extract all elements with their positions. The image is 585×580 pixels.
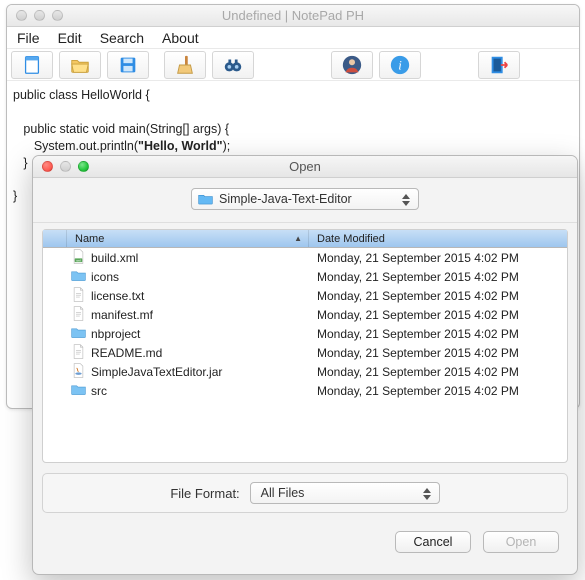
file-date: Monday, 21 September 2015 4:02 PM (309, 289, 567, 303)
path-label: Simple-Java-Text-Editor (219, 192, 352, 206)
stepper-icon (423, 485, 435, 503)
menu-edit[interactable]: Edit (58, 30, 82, 46)
file-format-label: File Format: (170, 486, 239, 501)
column-date[interactable]: Date Modified (309, 230, 567, 247)
file-date: Monday, 21 September 2015 4:02 PM (309, 270, 567, 284)
open-dialog: Open Simple-Java-Text-Editor Name ▲ Date… (32, 155, 578, 575)
menu-bar: File Edit Search About (7, 27, 579, 49)
file-date: Monday, 21 September 2015 4:02 PM (309, 251, 567, 265)
broom-icon (174, 54, 196, 76)
file-name: build.xml (91, 251, 138, 265)
find-button[interactable] (212, 51, 254, 79)
file-date: Monday, 21 September 2015 4:02 PM (309, 327, 567, 341)
file-row[interactable]: nbproject Monday, 21 September 2015 4:02 … (43, 324, 567, 343)
new-file-icon (21, 54, 43, 76)
open-file-button[interactable] (59, 51, 101, 79)
file-date: Monday, 21 September 2015 4:02 PM (309, 384, 567, 398)
code-string: "Hello, World" (138, 139, 223, 153)
folder-icon (71, 325, 86, 343)
dialog-title: Open (33, 159, 577, 174)
path-row: Simple-Java-Text-Editor (33, 178, 577, 223)
file-icon (71, 287, 86, 305)
dialog-titlebar: Open (33, 156, 577, 178)
code-line: System.out.println( (13, 139, 138, 153)
svg-text:i: i (398, 58, 402, 72)
code-line: } (13, 156, 28, 170)
user-icon (341, 54, 363, 76)
open-label: Open (506, 535, 537, 549)
file-row[interactable]: icons Monday, 21 September 2015 4:02 PM (43, 267, 567, 286)
file-icon: xml (71, 249, 86, 267)
clear-button[interactable] (164, 51, 206, 79)
file-name: manifest.mf (91, 308, 153, 322)
file-row[interactable]: README.md Monday, 21 September 2015 4:02 … (43, 343, 567, 362)
user-button[interactable] (331, 51, 373, 79)
info-icon: i (389, 54, 411, 76)
file-format-row: File Format: All Files (42, 473, 568, 513)
code-line: public class HelloWorld { (13, 88, 150, 102)
file-name: src (91, 384, 107, 398)
file-name: icons (91, 270, 119, 284)
cancel-label: Cancel (414, 535, 453, 549)
column-date-label: Date Modified (317, 233, 385, 245)
cancel-button[interactable]: Cancel (395, 531, 471, 553)
menu-about[interactable]: About (162, 30, 199, 46)
file-name: SimpleJavaTextEditor.jar (91, 365, 222, 379)
open-button[interactable]: Open (483, 531, 559, 553)
file-row[interactable]: xml build.xml Monday, 21 September 2015 4:… (43, 248, 567, 267)
file-date: Monday, 21 September 2015 4:02 PM (309, 308, 567, 322)
sort-asc-icon: ▲ (294, 234, 302, 243)
main-titlebar: Undefined | NotePad PH (7, 5, 579, 27)
file-list[interactable]: xml build.xml Monday, 21 September 2015 4:… (43, 248, 567, 462)
column-name-label: Name (75, 233, 104, 245)
file-row[interactable]: src Monday, 21 September 2015 4:02 PM (43, 381, 567, 400)
code-line: public static void main(String[] args) { (13, 122, 229, 136)
code-line: } (13, 189, 17, 203)
folder-icon (198, 193, 213, 205)
file-icon (71, 363, 86, 381)
code-line: ); (223, 139, 231, 153)
exit-button[interactable] (478, 51, 520, 79)
exit-door-icon (488, 54, 510, 76)
file-name: README.md (91, 346, 162, 360)
menu-file[interactable]: File (17, 30, 40, 46)
file-format-select[interactable]: All Files (250, 482, 440, 504)
toolbar: i (7, 49, 579, 81)
file-date: Monday, 21 September 2015 4:02 PM (309, 346, 567, 360)
path-select[interactable]: Simple-Java-Text-Editor (191, 188, 419, 210)
stepper-icon (402, 191, 414, 209)
file-name: nbproject (91, 327, 140, 341)
open-folder-icon (69, 54, 91, 76)
save-button[interactable] (107, 51, 149, 79)
file-date: Monday, 21 September 2015 4:02 PM (309, 365, 567, 379)
info-button[interactable]: i (379, 51, 421, 79)
column-name[interactable]: Name ▲ (67, 230, 309, 247)
file-row[interactable]: license.txt Monday, 21 September 2015 4:0… (43, 286, 567, 305)
column-handle (43, 230, 67, 247)
binoculars-icon (222, 54, 244, 76)
dialog-buttons: Cancel Open (33, 513, 577, 553)
file-row[interactable]: manifest.mf Monday, 21 September 2015 4:0… (43, 305, 567, 324)
window-title: Undefined | NotePad PH (7, 8, 579, 23)
file-name: license.txt (91, 289, 144, 303)
file-browser: Name ▲ Date Modified xml build.xml Monday,… (42, 229, 568, 463)
file-format-value: All Files (261, 486, 305, 500)
file-icon (71, 306, 86, 324)
file-icon (71, 344, 86, 362)
menu-search[interactable]: Search (100, 30, 144, 46)
new-file-button[interactable] (11, 51, 53, 79)
folder-icon (71, 382, 86, 400)
folder-icon (71, 268, 86, 286)
column-headers: Name ▲ Date Modified (43, 230, 567, 248)
save-icon (117, 54, 139, 76)
svg-text:xml: xml (76, 258, 81, 262)
file-row[interactable]: SimpleJavaTextEditor.jar Monday, 21 Septe… (43, 362, 567, 381)
